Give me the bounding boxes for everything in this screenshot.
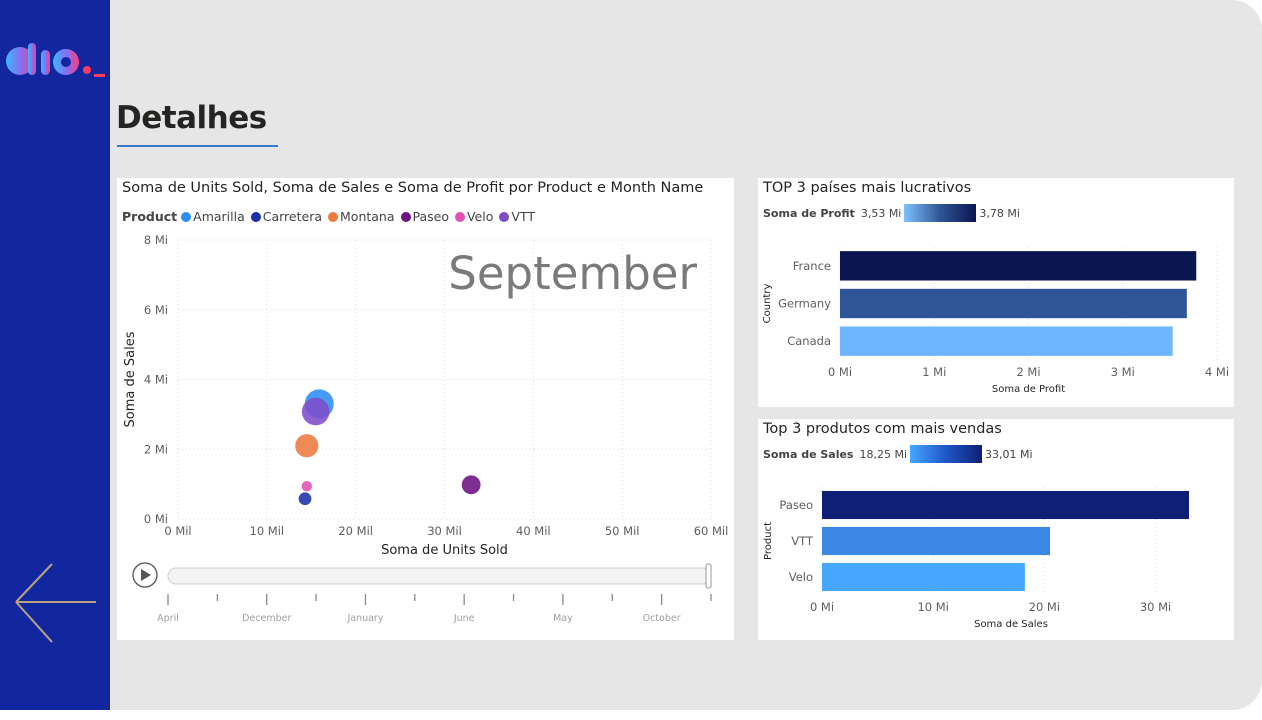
x-tick-label: 0 Mil bbox=[164, 524, 191, 538]
timeline-label[interactable]: April bbox=[157, 613, 179, 624]
x-tick-label: 50 Mil bbox=[605, 524, 640, 538]
products-card[interactable]: Top 3 produtos com mais vendas Soma de S… bbox=[758, 419, 1234, 640]
x-tick-label: 20 Mil bbox=[338, 524, 373, 538]
scatter-chart[interactable]: 0 Mil 10 Mil 20 Mil 30 Mil 40 Mil 50 Mil 60 Mi… bbox=[117, 178, 734, 640]
x-tick-label: 10 Mil bbox=[250, 524, 285, 538]
x-tick-label: 0 Mi bbox=[810, 600, 834, 614]
x-axis-title: Soma de Profit bbox=[992, 384, 1065, 395]
x-tick-label: 20 Mi bbox=[1029, 600, 1060, 614]
category-label: Canada bbox=[787, 334, 831, 348]
x-tick-label: 40 Mil bbox=[516, 524, 551, 538]
bubble-vtt[interactable] bbox=[301, 397, 330, 426]
dio-logo-icon bbox=[6, 43, 105, 77]
y-tick-label: 6 Mi bbox=[144, 303, 168, 317]
timeline-label[interactable]: January bbox=[346, 613, 383, 624]
x-tick-label: 60 Mil bbox=[694, 524, 729, 538]
bubble-montana[interactable] bbox=[295, 434, 319, 458]
category-label: Velo bbox=[789, 570, 813, 584]
timeline-label[interactable]: May bbox=[553, 613, 573, 624]
x-axis-title: Soma de Sales bbox=[974, 619, 1048, 630]
timeline-track[interactable] bbox=[167, 567, 712, 585]
report-canvas: Detalhes Soma de Units Sold, Soma de Sal… bbox=[0, 0, 1262, 710]
page-title: Detalhes bbox=[116, 100, 267, 136]
y-axis-title: Product bbox=[763, 522, 774, 560]
y-axis-title: Country bbox=[762, 284, 773, 324]
arrow-left-icon[interactable] bbox=[12, 562, 98, 646]
bar-canada[interactable] bbox=[840, 326, 1173, 356]
y-tick-label: 4 Mi bbox=[144, 373, 168, 387]
title-underline bbox=[117, 145, 278, 147]
x-tick-label: 3 Mi bbox=[1111, 365, 1135, 379]
play-icon[interactable] bbox=[132, 562, 158, 588]
y-tick-label: 8 Mi bbox=[144, 233, 168, 247]
x-tick-label: 30 Mil bbox=[427, 524, 462, 538]
x-tick-label: 30 Mi bbox=[1140, 600, 1171, 614]
x-tick-label: 0 Mi bbox=[828, 365, 852, 379]
category-label: Paseo bbox=[779, 498, 813, 512]
bubble-velo[interactable] bbox=[301, 480, 313, 492]
products-bar-chart[interactable]: 0 Mi 10 Mi 20 Mi 30 Mi Paseo VTT Velo Soma de S… bbox=[758, 419, 1234, 640]
y-tick-label: 0 Mi bbox=[144, 512, 168, 526]
bar-vtt[interactable] bbox=[822, 526, 1051, 556]
bubble-carretera[interactable] bbox=[298, 492, 312, 506]
category-label: VTT bbox=[791, 534, 814, 548]
category-label: Germany bbox=[778, 297, 831, 311]
x-axis-title: Soma de Units Sold bbox=[381, 543, 508, 558]
timeline-handle[interactable] bbox=[705, 563, 712, 589]
timeline-label[interactable]: June bbox=[453, 613, 475, 624]
countries-bar-chart[interactable]: 0 Mi 1 Mi 2 Mi 3 Mi 4 Mi France Germany Canada S… bbox=[758, 178, 1234, 407]
month-watermark: September bbox=[448, 247, 697, 300]
bar-velo[interactable] bbox=[822, 562, 1025, 592]
bar-paseo[interactable] bbox=[822, 490, 1189, 520]
y-axis-title: Soma de Sales bbox=[123, 331, 138, 427]
timeline-label[interactable]: December bbox=[242, 613, 291, 624]
x-tick-label: 10 Mi bbox=[917, 600, 948, 614]
bubble-paseo[interactable] bbox=[461, 475, 481, 495]
x-tick-label: 1 Mi bbox=[922, 365, 946, 379]
x-tick-label: 4 Mi bbox=[1205, 365, 1229, 379]
bar-france[interactable] bbox=[840, 251, 1197, 281]
y-tick-label: 2 Mi bbox=[144, 442, 168, 456]
sidebar bbox=[0, 0, 110, 710]
x-tick-label: 2 Mi bbox=[1016, 365, 1040, 379]
scatter-card[interactable]: Soma de Units Sold, Soma de Sales e Soma… bbox=[117, 178, 734, 640]
category-label: France bbox=[793, 259, 831, 273]
bar-germany[interactable] bbox=[840, 288, 1187, 319]
countries-card[interactable]: TOP 3 países mais lucrativos Soma de Pro… bbox=[758, 178, 1234, 407]
timeline-label[interactable]: October bbox=[643, 613, 681, 624]
